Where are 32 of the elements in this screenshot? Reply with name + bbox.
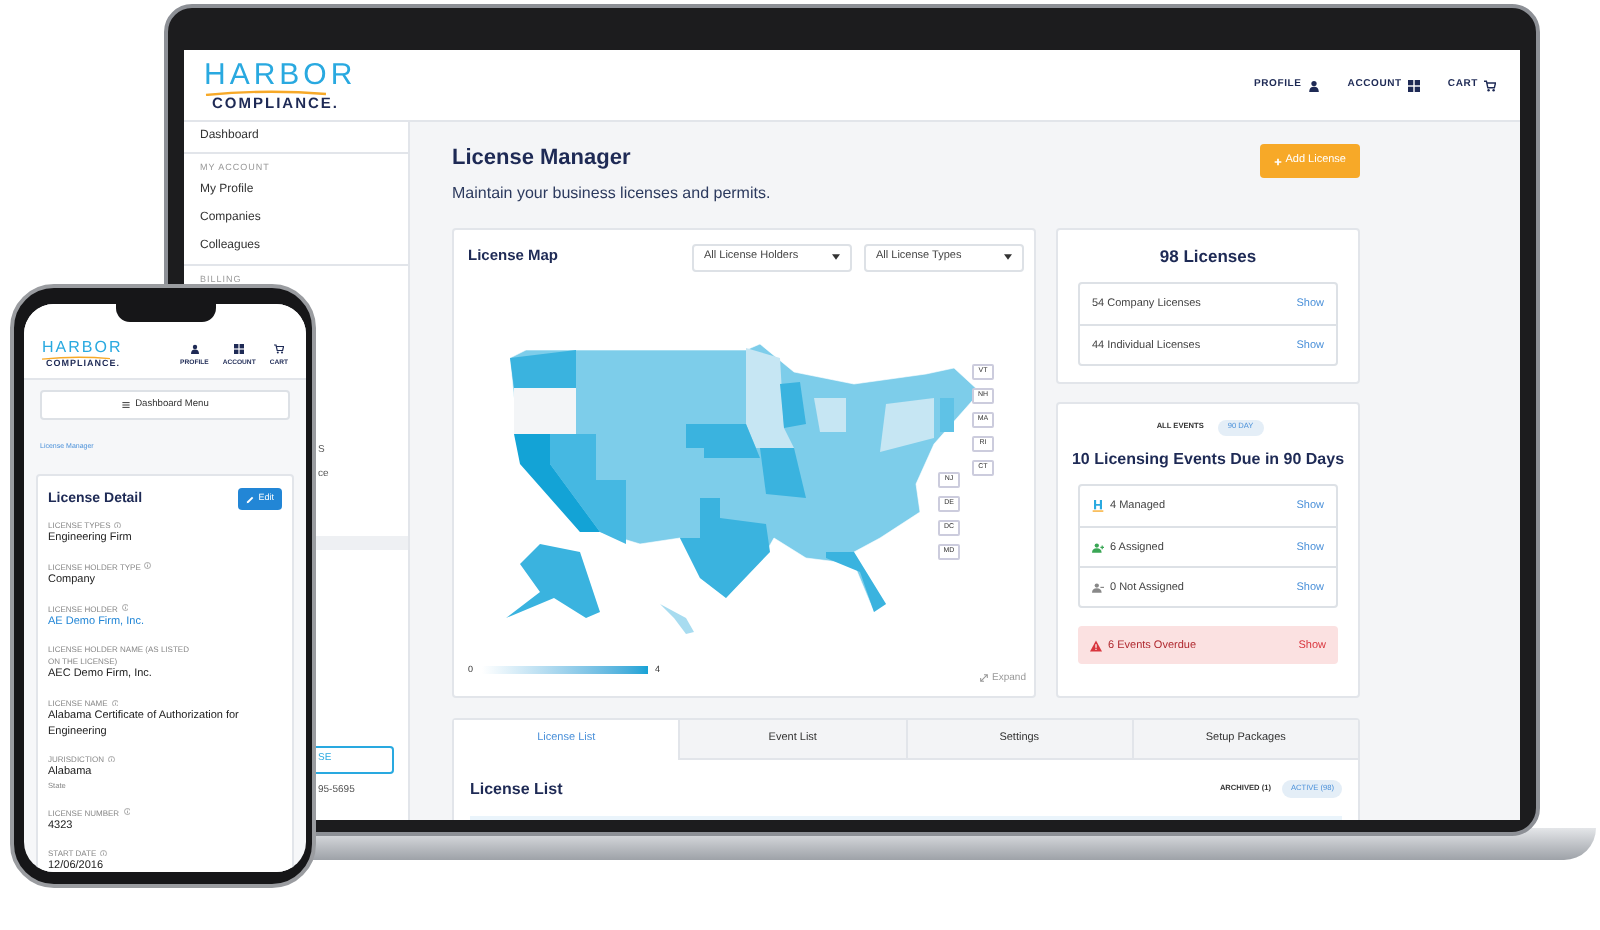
pencil-icon: [246, 495, 255, 504]
info-icon: [144, 562, 152, 570]
info-icon: [121, 604, 129, 612]
cart-icon: [273, 344, 284, 355]
caret-icon: [1004, 254, 1012, 260]
warning-icon: [1090, 639, 1102, 652]
logo-wordmark: HARBOR: [42, 339, 123, 355]
page-title: License Manager: [452, 144, 633, 174]
menu-icon: [121, 402, 130, 408]
user-minus-icon: [1092, 581, 1104, 594]
info-icon: [111, 699, 119, 706]
expand-icon: [980, 674, 989, 683]
user-icon: [1307, 79, 1320, 91]
grid-icon: [1407, 79, 1420, 91]
user-icon: [189, 344, 200, 355]
swoosh-icon: [204, 89, 328, 96]
caret-icon: [832, 254, 840, 260]
card-title: License List: [470, 777, 563, 801]
phone-notch: [116, 300, 216, 322]
info-icon: [123, 808, 131, 816]
grid-icon: [234, 344, 245, 355]
user-plus-icon: [1092, 541, 1104, 554]
card-title: 10 Licensing Events Due in 90 Days: [1069, 448, 1347, 473]
logo-wordmark: HARBOR: [204, 59, 357, 90]
card-title: 98 Licenses: [1157, 243, 1259, 269]
info-icon: [108, 755, 115, 763]
cart-icon: [1484, 79, 1496, 91]
info-icon: [100, 849, 108, 857]
h-mark-icon: [1092, 500, 1104, 513]
plus-icon: [1273, 157, 1282, 165]
page-subtitle: Maintain your business licenses and permits.: [452, 181, 771, 205]
info-icon: [114, 521, 122, 529]
